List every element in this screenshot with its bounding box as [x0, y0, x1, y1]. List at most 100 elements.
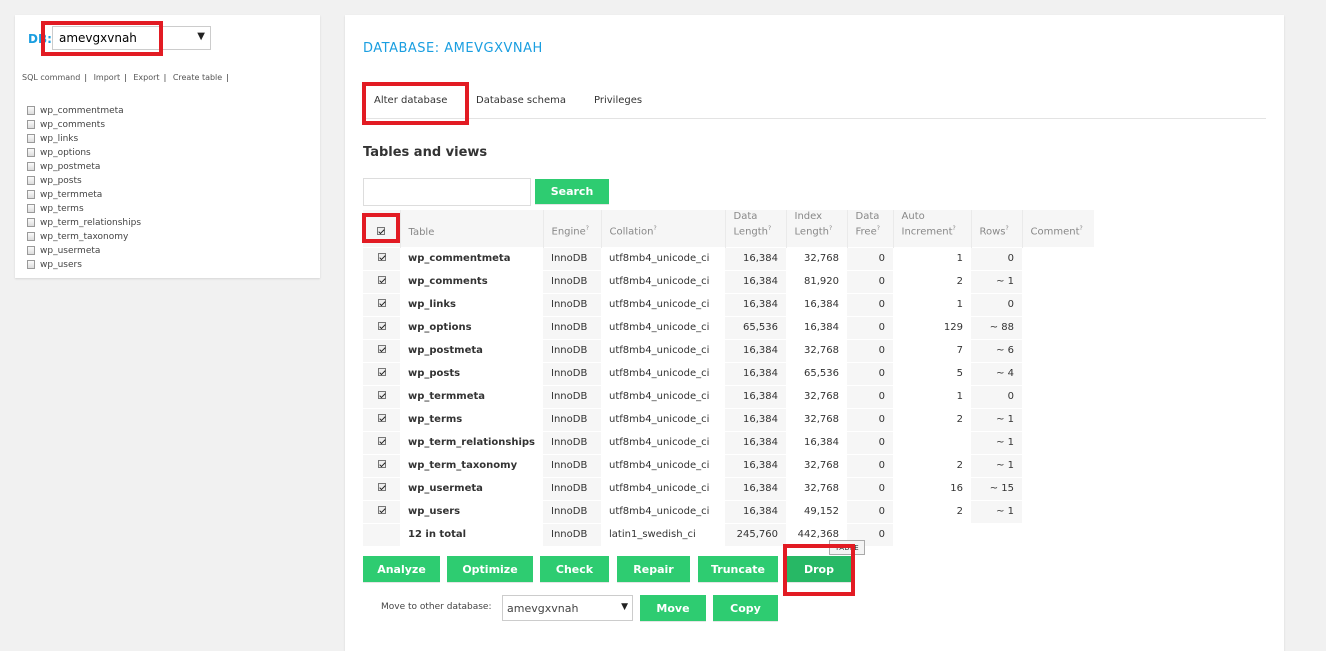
copy-button[interactable]: Copy [713, 595, 778, 621]
col-data-free[interactable]: Data Free? [847, 210, 894, 247]
table-icon[interactable] [27, 175, 35, 185]
sidebar-table-link[interactable]: wp_term_taxonomy [40, 232, 128, 242]
col-index-length[interactable]: Index Length? [786, 210, 848, 247]
search-input[interactable] [363, 178, 531, 206]
col-comment[interactable]: Comment? [1022, 210, 1095, 247]
col-rows[interactable]: Rows? [971, 210, 1023, 247]
export-link[interactable]: Export [133, 73, 159, 82]
check-button[interactable]: Check [540, 556, 609, 582]
table-name[interactable]: wp_postmeta [400, 338, 544, 362]
sidebar-table-item[interactable]: wp_usermeta [27, 244, 141, 258]
import-link[interactable]: Import [94, 73, 121, 82]
table-row: wp_term_taxonomy InnoDB utf8mb4_unicode_ci… [363, 453, 1095, 477]
sidebar-table-link[interactable]: wp_users [40, 260, 82, 270]
row-checkbox[interactable] [377, 253, 386, 261]
sidebar-table-link[interactable]: wp_comments [40, 120, 105, 130]
row-checkbox[interactable] [377, 276, 386, 284]
table-name[interactable]: wp_terms [400, 407, 544, 431]
sidebar-table-item[interactable]: wp_termmeta [27, 188, 141, 202]
row-checkbox[interactable] [377, 414, 386, 422]
rows-cell: ~ 4 [971, 361, 1023, 385]
sidebar-table-link[interactable]: wp_postmeta [40, 162, 100, 172]
engine-cell: InnoDB [543, 407, 602, 431]
sidebar-table-item[interactable]: wp_users [27, 258, 141, 272]
row-checkbox[interactable] [377, 437, 386, 445]
sidebar-table-item[interactable]: wp_comments [27, 118, 141, 132]
tab-database-schema[interactable]: Database schema [476, 95, 566, 106]
table-icon[interactable] [27, 231, 35, 241]
sql-command-link[interactable]: SQL command [22, 73, 80, 82]
repair-button[interactable]: Repair [617, 556, 690, 582]
col-table[interactable]: Table [400, 210, 544, 247]
tab-alter-database[interactable]: Alter database [374, 95, 447, 106]
table-icon[interactable] [27, 203, 35, 213]
row-checkbox[interactable] [377, 506, 386, 514]
create-table-link[interactable]: Create table [173, 73, 222, 82]
table-icon[interactable] [27, 133, 35, 143]
rows-cell: ~ 6 [971, 338, 1023, 362]
sidebar-table-link[interactable]: wp_term_relationships [40, 218, 141, 228]
collation-cell: utf8mb4_unicode_ci [601, 292, 726, 316]
table-name[interactable]: wp_termmeta [400, 384, 544, 408]
optimize-button[interactable]: Optimize [447, 556, 533, 582]
sidebar-table-item[interactable]: wp_postmeta [27, 160, 141, 174]
col-engine[interactable]: Engine? [543, 210, 602, 247]
engine-cell: InnoDB [543, 430, 602, 454]
sidebar-table-item[interactable]: wp_terms [27, 202, 141, 216]
table-name[interactable]: wp_comments [400, 269, 544, 293]
table-icon[interactable] [27, 245, 35, 255]
row-checkbox[interactable] [377, 299, 386, 307]
table-icon[interactable] [27, 189, 35, 199]
row-checkbox[interactable] [377, 391, 386, 399]
row-checkbox[interactable] [377, 322, 386, 330]
table-name[interactable]: wp_term_taxonomy [400, 453, 544, 477]
drop-button[interactable]: Drop [785, 556, 853, 582]
table-icon[interactable] [27, 119, 35, 129]
sidebar-table-link[interactable]: wp_termmeta [40, 190, 102, 200]
row-checkbox[interactable] [377, 368, 386, 376]
sidebar-table-link[interactable]: wp_terms [40, 204, 84, 214]
data-length-cell: 16,384 [725, 338, 787, 362]
tab-privileges[interactable]: Privileges [594, 95, 642, 106]
table-name[interactable]: wp_commentmeta [400, 246, 544, 270]
drop-tooltip: TABLE [829, 540, 866, 555]
table-name[interactable]: wp_options [400, 315, 544, 339]
sidebar-table-link[interactable]: wp_usermeta [40, 246, 100, 256]
table-name[interactable]: wp_term_relationships [400, 430, 544, 454]
move-button[interactable]: Move [640, 595, 706, 621]
table-name[interactable]: wp_users [400, 499, 544, 523]
table-name[interactable]: wp_posts [400, 361, 544, 385]
search-button[interactable]: Search [535, 179, 609, 204]
sidebar-table-link[interactable]: wp_commentmeta [40, 106, 124, 116]
table-icon[interactable] [27, 147, 35, 157]
row-checkbox[interactable] [377, 483, 386, 491]
move-database-select[interactable]: amevgxvnah ▼ [502, 595, 633, 621]
table-icon[interactable] [27, 217, 35, 227]
col-collation[interactable]: Collation? [601, 210, 726, 247]
db-select[interactable]: amevgxvnah ▼ [52, 26, 211, 50]
row-checkbox[interactable] [377, 460, 386, 468]
row-checkbox[interactable] [377, 345, 386, 353]
data-length-cell: 16,384 [725, 292, 787, 316]
collation-cell: utf8mb4_unicode_ci [601, 338, 726, 362]
sidebar-table-link[interactable]: wp_posts [40, 176, 82, 186]
truncate-button[interactable]: Truncate [698, 556, 778, 582]
sidebar-table-item[interactable]: wp_options [27, 146, 141, 160]
table-icon[interactable] [27, 105, 35, 115]
select-all-checkbox[interactable] [377, 226, 386, 235]
index-length-cell: 32,768 [786, 407, 848, 431]
col-data-length[interactable]: Data Length? [725, 210, 787, 247]
sidebar-table-link[interactable]: wp_links [40, 134, 78, 144]
table-name[interactable]: wp_usermeta [400, 476, 544, 500]
sidebar-table-item[interactable]: wp_term_relationships [27, 216, 141, 230]
sidebar-table-link[interactable]: wp_options [40, 148, 91, 158]
sidebar-table-item[interactable]: wp_posts [27, 174, 141, 188]
sidebar-table-item[interactable]: wp_links [27, 132, 141, 146]
table-name[interactable]: wp_links [400, 292, 544, 316]
table-icon[interactable] [27, 161, 35, 171]
sidebar-table-item[interactable]: wp_term_taxonomy [27, 230, 141, 244]
table-icon[interactable] [27, 259, 35, 269]
sidebar-table-item[interactable]: wp_commentmeta [27, 104, 141, 118]
analyze-button[interactable]: Analyze [363, 556, 440, 582]
col-auto-increment[interactable]: Auto Increment? [893, 210, 972, 247]
